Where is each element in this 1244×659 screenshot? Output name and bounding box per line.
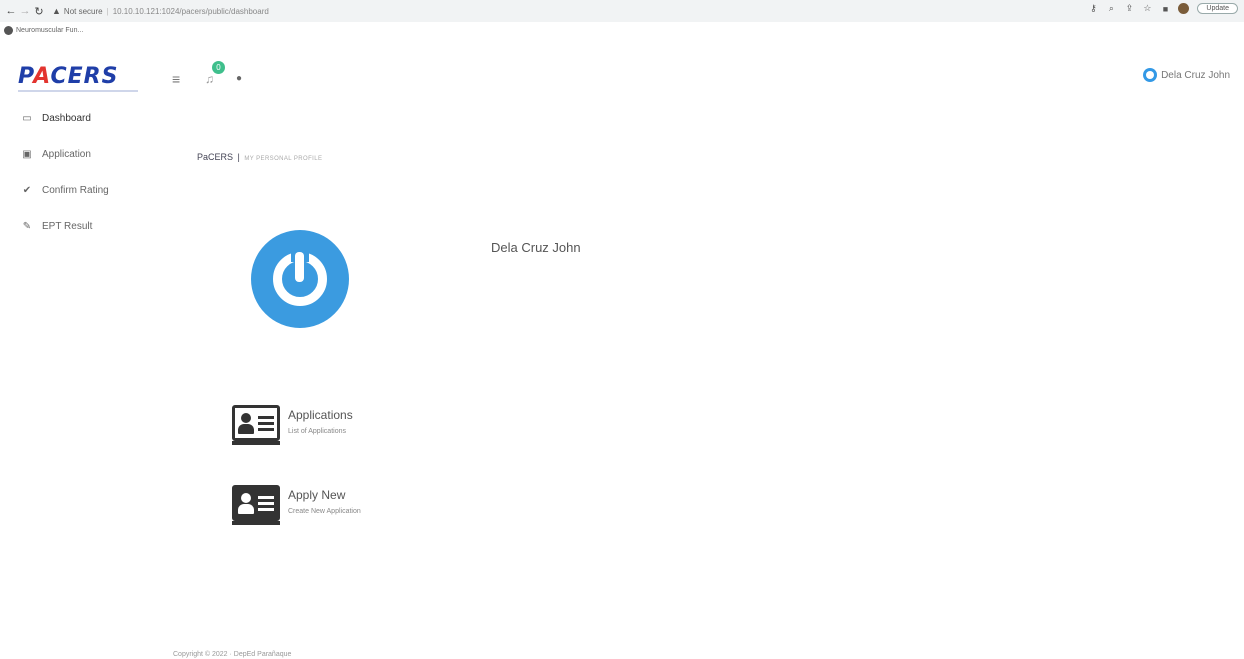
check-icon: ✔ <box>22 184 32 196</box>
reload-icon[interactable]: ↻ <box>32 5 46 18</box>
logo-text-a: A <box>33 64 51 89</box>
id-card-icon: ▣ <box>22 148 32 160</box>
tile-text: Apply New Create New Application <box>288 485 361 515</box>
id-card-filled-icon <box>232 485 280 525</box>
sidebar: ▭ Dashboard ▣ Application ✔ Confirm Rati… <box>0 100 150 659</box>
globe-icon[interactable]: ● <box>236 73 242 84</box>
breadcrumb: PaCERS | My Personal Profile <box>197 152 322 162</box>
sidebar-toggle-icon[interactable]: ■ <box>1160 4 1170 14</box>
tile-text: Applications List of Applications <box>288 405 353 435</box>
sidebar-item-label: EPT Result <box>42 220 93 232</box>
id-card-icon <box>232 405 280 445</box>
apply-new-tile[interactable]: Apply New Create New Application <box>232 485 361 525</box>
not-secure-label[interactable]: Not secure <box>64 7 103 16</box>
browser-toolbar: ← → ↻ ▲ Not secure | 10.10.10.121:1024/p… <box>0 0 1244 22</box>
url-separator: | <box>106 6 109 16</box>
address-bar-url[interactable]: 10.10.10.121:1024/pacers/public/dashboar… <box>113 7 269 16</box>
update-button[interactable]: Update <box>1197 3 1238 14</box>
user-avatar-icon <box>1143 68 1158 82</box>
sidebar-item-label: Dashboard <box>42 112 91 124</box>
breadcrumb-current: My Personal Profile <box>244 156 323 162</box>
profile-avatar <box>251 230 349 328</box>
bell-icon[interactable]: ♫ <box>205 72 214 86</box>
share-icon[interactable]: ⇪ <box>1124 3 1134 14</box>
pacers-logo[interactable]: PACERS <box>18 64 118 89</box>
notification-badge[interactable]: 0 <box>212 61 225 74</box>
bookmark-item[interactable]: Neuromuscular Fun... <box>16 27 83 34</box>
main-content: PaCERS | My Personal Profile Dela Cruz J… <box>150 100 1244 659</box>
forward-arrow-icon[interactable]: → <box>18 5 32 17</box>
tile-subtitle: List of Applications <box>288 428 346 435</box>
sidebar-item-confirm-rating[interactable]: ✔ Confirm Rating <box>0 172 150 208</box>
breadcrumb-separator: | <box>237 152 240 162</box>
browser-actions: ⚷ ⌕ ⇪ ☆ ■ Update <box>1088 3 1238 14</box>
star-icon[interactable]: ☆ <box>1142 3 1152 14</box>
bookmarks-bar: Neuromuscular Fun... <box>0 22 1244 38</box>
sidebar-item-label: Application <box>42 148 91 160</box>
logo-text-p: P <box>18 64 34 89</box>
warning-icon[interactable]: ▲ <box>52 6 61 16</box>
sidebar-item-dashboard[interactable]: ▭ Dashboard <box>0 100 150 136</box>
footer-copyright: Copyright © 2022 · DepEd Parañaque <box>173 651 292 658</box>
browser-profile-avatar[interactable] <box>1178 3 1190 14</box>
bookmark-favicon-icon <box>4 25 13 35</box>
zoom-icon[interactable]: ⌕ <box>1106 3 1116 14</box>
sidebar-item-ept-result[interactable]: ✎ EPT Result <box>0 208 150 244</box>
user-name: Dela Cruz John <box>1161 69 1230 81</box>
menu-toggle-icon[interactable]: ≡ <box>172 71 180 87</box>
breadcrumb-app[interactable]: PaCERS <box>197 152 233 162</box>
sidebar-item-application[interactable]: ▣ Application <box>0 136 150 172</box>
edit-icon: ✎ <box>22 220 32 232</box>
key-icon[interactable]: ⚷ <box>1088 3 1098 14</box>
monitor-icon: ▭ <box>22 112 32 124</box>
back-arrow-icon[interactable]: ← <box>4 5 18 17</box>
app-header: PACERS ≡ ♫ 0 ● Dela Cruz John <box>0 38 1244 100</box>
sidebar-item-label: Confirm Rating <box>42 184 109 196</box>
logo-text-cers: CERS <box>50 64 119 89</box>
user-menu[interactable]: Dela Cruz John <box>1143 68 1230 82</box>
tile-title[interactable]: Applications <box>288 408 353 422</box>
tile-subtitle: Create New Application <box>288 508 361 515</box>
avatar-power-stem <box>295 252 304 282</box>
profile-name: Dela Cruz John <box>491 240 581 255</box>
applications-tile[interactable]: Applications List of Applications <box>232 405 353 445</box>
tile-title[interactable]: Apply New <box>288 488 361 502</box>
logo-underline <box>18 90 138 92</box>
